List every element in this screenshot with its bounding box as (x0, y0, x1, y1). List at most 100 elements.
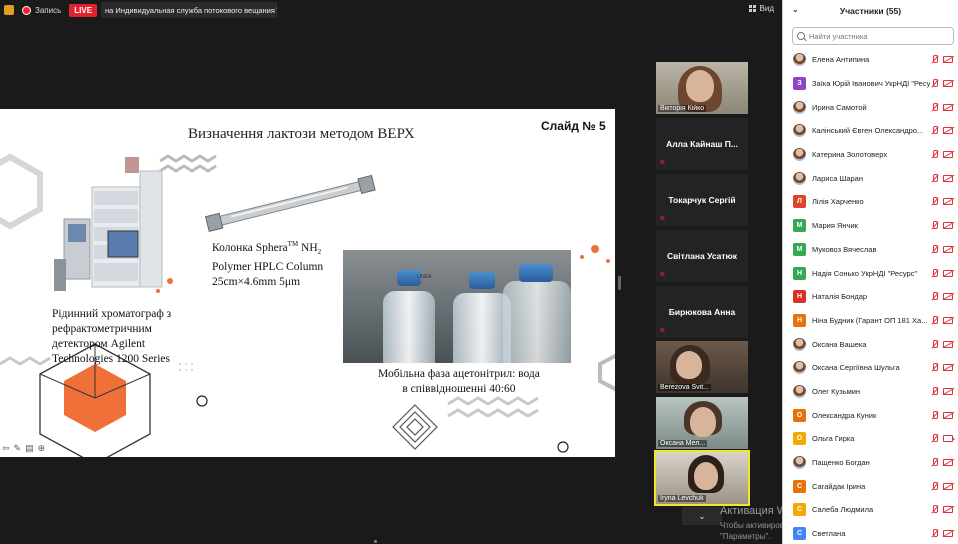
avatar: М (793, 242, 806, 256)
mic-muted-icon (931, 339, 938, 349)
participants-list[interactable]: Елена Антипина З Заїка Юрій Іванович УкрНД… (783, 48, 958, 544)
stream-target-label: на Индивидуальная служба потокового веща… (105, 5, 275, 15)
participant-row[interactable]: С Салеба Людмила (783, 498, 958, 522)
slides-icon[interactable]: ▤ (25, 443, 34, 454)
video-tile[interactable]: Berezova Svit... (656, 341, 748, 393)
participant-status-icons (931, 315, 953, 325)
splitter-handle[interactable] (618, 276, 621, 290)
decor-hexagon-outline (598, 353, 615, 392)
video-tile-name: Токарчук Сергій (668, 195, 736, 205)
avatar: Н (793, 290, 806, 304)
record-label[interactable]: Запись (35, 6, 61, 15)
mic-muted-icon (931, 197, 938, 206)
participant-row[interactable]: Ирина Самотой (783, 95, 958, 119)
scroll-down-button[interactable]: ⌄ (682, 507, 722, 525)
record-icon[interactable] (22, 5, 31, 15)
participant-row[interactable]: Калінський Євген Олександро... (783, 119, 958, 143)
view-button[interactable]: Вид (748, 4, 774, 13)
participant-name: Ольга Гирка (812, 434, 855, 444)
avatar: З (793, 77, 806, 91)
video-tile[interactable]: Токарчук Сергій ✕ (656, 174, 748, 226)
video-tile[interactable]: Світлана Усатюк ✕ (656, 230, 748, 282)
shared-screen-slide[interactable]: Визначення лактози методом ВЕРХ Слайд № … (0, 109, 615, 457)
participant-search[interactable] (792, 27, 954, 45)
mic-muted-icon (931, 481, 938, 491)
participant-row[interactable]: О Ольга Гирка (783, 427, 958, 451)
decor-circle (196, 395, 208, 407)
column-caption-suffix: NH (298, 241, 318, 254)
video-tile[interactable]: Бирюкова Анна ✕ (656, 286, 748, 338)
participant-row[interactable]: Елена Антипина (783, 48, 958, 72)
video-tile-name: Світлана Усатюк (666, 251, 738, 261)
video-tile-active-speaker[interactable]: Iryna Levchuk (654, 450, 750, 506)
participant-name: Ніна Будник (Гарант ОП 181 Ха... (812, 315, 928, 325)
participant-row[interactable]: Оксана Сергіївна Шульга (783, 356, 958, 380)
pen-icon[interactable]: ✎ (14, 443, 22, 454)
participant-row[interactable]: Л Лілія Харченко (783, 190, 958, 214)
pointer-icon[interactable]: ⊕ (38, 443, 46, 454)
video-tile[interactable]: Вікторія Кійко (656, 62, 748, 114)
video-tile-name: Iryna Levchuk (658, 495, 706, 502)
participant-status-icons (931, 386, 953, 396)
mic-muted-icon (931, 410, 938, 420)
participant-name: Олександра Куник (812, 410, 877, 420)
hplc-column-image (204, 174, 376, 232)
video-tile[interactable]: Алла Кайнаш П... ✕ (656, 118, 748, 170)
view-label: Вид (759, 4, 774, 13)
mic-muted-icon (931, 315, 938, 325)
camera-off-icon (943, 56, 953, 64)
camera-off-icon (943, 530, 953, 538)
participant-status-icons (931, 126, 953, 135)
stream-target-dropdown[interactable]: на Индивидуальная служба потокового веща… (101, 2, 278, 18)
participant-status-icons (931, 150, 953, 159)
participant-row[interactable]: Пащенко Богдан (783, 451, 958, 475)
participant-row[interactable]: С Сагайдак Ірина (783, 474, 958, 498)
mic-muted-icon (931, 268, 938, 278)
participant-status-icons (931, 197, 953, 206)
participant-face (686, 70, 714, 102)
participant-row[interactable]: С Светлана (783, 522, 958, 544)
arrow-left-icon[interactable]: ⇦ (2, 443, 10, 454)
participant-row[interactable]: Оксана Вашека (783, 332, 958, 356)
mic-muted-icon (931, 55, 938, 64)
hplc-caption-line: детектором Agilent (52, 338, 146, 350)
participant-row[interactable]: Олег Кузьмин (783, 380, 958, 404)
mic-muted-icon (931, 434, 938, 443)
chevron-down-icon[interactable]: ⌄ (792, 5, 799, 14)
participant-status-icons (931, 221, 953, 230)
drag-handle[interactable] (374, 540, 377, 543)
participant-row[interactable]: М Муковоз Вячеслав (783, 238, 958, 262)
bottle-label: LINEA (417, 274, 432, 280)
column-caption-sub: 2 (317, 248, 322, 257)
video-tile-name: Berezova Svit... (658, 384, 712, 391)
decor-hexagon-outline (0, 153, 43, 230)
security-shield-icon[interactable] (4, 5, 14, 15)
video-tile-name: Бирюкова Анна (668, 307, 736, 317)
camera-off-icon (943, 245, 953, 253)
camera-off-icon (943, 293, 953, 301)
avatar (793, 124, 806, 138)
participant-row[interactable]: Н Наталія Бондар (783, 285, 958, 309)
video-tile[interactable]: Оксана Мел... (656, 397, 748, 449)
participant-name: Надія Сонько УкрНДІ "Ресурс" (812, 268, 918, 278)
column-caption-prefix: Колонка Sphera (212, 241, 288, 254)
live-badge[interactable]: LIVE (69, 3, 98, 17)
participant-row[interactable]: Н Ніна Будник (Гарант ОП 181 Ха... (783, 309, 958, 333)
chevron-down-icon: ▼ (275, 7, 277, 13)
avatar: Н (793, 313, 806, 327)
avatar: М (793, 219, 806, 233)
participant-row[interactable]: М Мария Янчик (783, 214, 958, 238)
camera-off-icon (943, 80, 953, 88)
participant-row[interactable]: Катерина Золотоверх (783, 143, 958, 167)
avatar: Л (793, 195, 806, 209)
participant-name: Олег Кузьмин (812, 386, 861, 396)
mic-muted-icon (931, 292, 938, 301)
avatar (793, 361, 806, 375)
participant-row[interactable]: Н Надія Сонько УкрНДІ "Ресурс" (783, 261, 958, 285)
camera-off-icon (943, 269, 953, 277)
participant-name: Муковоз Вячеслав (812, 244, 877, 254)
participant-row[interactable]: З Заїка Юрій Іванович УкрНДІ "Ресу... (783, 72, 958, 96)
participant-row[interactable]: Лариса Шаран (783, 166, 958, 190)
participant-row[interactable]: О Олександра Куник (783, 403, 958, 427)
participant-search-input[interactable] (809, 31, 949, 41)
